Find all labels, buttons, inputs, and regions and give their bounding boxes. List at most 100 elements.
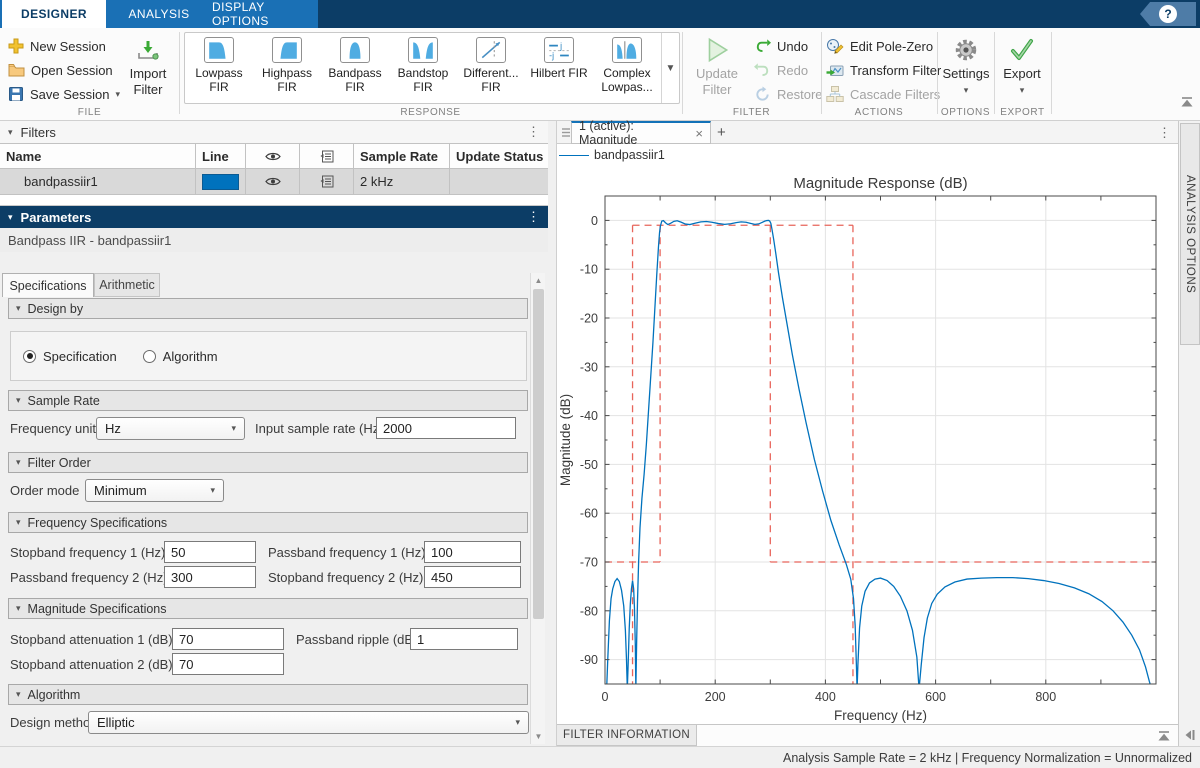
filter-table-row[interactable]: bandpassiir1 2 kHz (0, 169, 548, 195)
close-icon[interactable]: × (695, 126, 703, 141)
passband-freq1-field[interactable] (424, 541, 521, 563)
cascade-filters-button[interactable]: Cascade Filters (826, 84, 940, 104)
transform-filter-button[interactable]: Transform Filter (826, 60, 941, 80)
stopband-freq1-field[interactable] (164, 541, 256, 563)
input-sample-rate-field[interactable] (376, 417, 516, 439)
table-empty-area (0, 195, 548, 206)
filter-information-bar: FILTER INFORMATION (557, 724, 1179, 746)
frequency-specs-header[interactable]: ▾ Frequency Specifications (8, 512, 528, 533)
order-mode-label: Order mode (10, 479, 79, 501)
plot-menu-icon[interactable]: ⋮ (1158, 125, 1171, 141)
update-filter-icon (702, 35, 732, 65)
save-session-label: Save Session (30, 87, 110, 102)
parameters-menu-icon[interactable]: ⋮ (527, 209, 540, 225)
plot-tab-magnitude[interactable]: 1 (active): Magnitude × (571, 121, 711, 144)
restore-label: Restore (777, 87, 823, 102)
analysis-options-tab[interactable]: ANALYSIS OPTIONS (1180, 123, 1200, 345)
help-button[interactable]: ? (1140, 2, 1196, 26)
settings-caret: ▾ (964, 82, 969, 98)
response-gallery-expand[interactable]: ▼ (661, 33, 679, 103)
svg-text:-60: -60 (580, 507, 598, 521)
design-by-header[interactable]: ▾ Design by (8, 298, 528, 319)
stopband-atten1-field[interactable] (172, 628, 284, 650)
filter-information-tab[interactable]: FILTER INFORMATION (557, 725, 697, 746)
undo-button[interactable]: Undo (754, 36, 808, 56)
tab-designer[interactable]: DESIGNER (2, 0, 106, 28)
ribbon-tab-strip: DESIGNER ANALYSIS DISPLAY OPTIONS ? (0, 0, 1200, 28)
add-plot-tab-button[interactable]: + (717, 124, 726, 141)
open-session-button[interactable]: Open Session (8, 60, 113, 80)
radio-specification[interactable]: Specification (23, 349, 117, 364)
algorithm-header[interactable]: ▾ Algorithm (8, 684, 528, 705)
svg-text:j: j (559, 41, 562, 51)
design-method-label: Design method (10, 711, 97, 733)
expand-filter-info-icon[interactable] (1157, 730, 1171, 742)
magnitude-specs-title: Magnitude Specifications (28, 602, 167, 616)
lowpass-fir-button[interactable]: Lowpass FIR (185, 33, 253, 103)
col-visible[interactable] (246, 144, 300, 168)
bandstop-fir-button[interactable]: Bandstop FIR (389, 33, 457, 103)
filter-line-cell[interactable] (196, 169, 246, 194)
tab-specifications[interactable]: Specifications (2, 273, 94, 297)
filter-order-header[interactable]: ▾ Filter Order (8, 452, 528, 473)
complex-lowpass-button[interactable]: Complex Lowpas... (593, 33, 661, 103)
edit-pole-zero-icon (826, 37, 844, 55)
sample-rate-title: Sample Rate (28, 394, 100, 408)
scroll-down-arrow[interactable]: ▼ (531, 729, 546, 744)
parameters-panel-header[interactable]: ▾ Parameters ⋮ (0, 206, 548, 228)
differentiator-fir-button[interactable]: Different... FIR (457, 33, 525, 103)
col-name[interactable]: Name (0, 144, 196, 168)
tab-arithmetic[interactable]: Arithmetic (94, 273, 160, 297)
sample-rate-header[interactable]: ▾ Sample Rate (8, 390, 528, 411)
settings-button[interactable]: Settings ▾ (941, 34, 991, 98)
resp-label: Hilbert FIR (530, 66, 587, 80)
input-sample-rate-label: Input sample rate (Hz) (255, 417, 384, 439)
tab-display-options[interactable]: DISPLAY OPTIONS (212, 0, 318, 28)
redo-button[interactable]: Redo (754, 60, 808, 80)
filters-panel-header[interactable]: ▾ Filters ⋮ (0, 121, 548, 143)
resp-label: Bandstop (398, 66, 449, 80)
scroll-up-arrow[interactable]: ▲ (531, 273, 546, 288)
filter-info-cell[interactable] (300, 169, 354, 194)
filters-menu-icon[interactable]: ⋮ (527, 124, 540, 140)
order-mode-dropdown[interactable]: Minimum ▾ (85, 479, 224, 502)
edit-pole-zero-button[interactable]: Edit Pole-Zero (826, 36, 933, 56)
scrollbar-thumb[interactable] (533, 289, 544, 619)
tab-analysis[interactable]: ANALYSIS (106, 0, 212, 28)
magnitude-specs-header[interactable]: ▾ Magnitude Specifications (8, 598, 528, 619)
col-update-status[interactable]: Update Status (450, 144, 548, 168)
save-session-button[interactable]: Save Session ▾ (8, 84, 120, 104)
radio-algorithm[interactable]: Algorithm (143, 349, 218, 364)
update-filter-button[interactable]: Update Filter (688, 34, 746, 98)
legend-line-sample (559, 155, 589, 156)
import-filter-icon (136, 38, 160, 62)
status-text: Analysis Sample Rate = 2 kHz | Frequency… (783, 751, 1192, 765)
highpass-fir-button[interactable]: Highpass FIR (253, 33, 321, 103)
frequency-units-dropdown[interactable]: Hz ▾ (96, 417, 245, 440)
passband-freq2-field[interactable] (164, 566, 256, 588)
export-button[interactable]: Export ▾ (998, 34, 1046, 98)
passband-ripple-field[interactable] (410, 628, 518, 650)
svg-text:-50: -50 (580, 458, 598, 472)
design-method-dropdown[interactable]: Elliptic ▾ (88, 711, 529, 734)
resp-label: FIR (413, 80, 432, 94)
col-info[interactable] (300, 144, 354, 168)
filter-visible-cell[interactable] (246, 169, 300, 194)
filter-section-label: FILTER (682, 107, 821, 118)
parameters-scrollbar[interactable]: ▲ ▼ (530, 273, 545, 744)
stopband-freq2-field[interactable] (424, 566, 521, 588)
col-sample-rate[interactable]: Sample Rate (354, 144, 450, 168)
panel-grip-icon[interactable] (561, 127, 571, 138)
collapse-ribbon-icon[interactable] (1180, 96, 1194, 108)
import-filter-button[interactable]: Import Filter (120, 34, 176, 98)
dock-left-icon[interactable] (1184, 729, 1196, 741)
ribbon: New Session Open Session Save Session ▾ … (0, 28, 1200, 121)
restore-button[interactable]: Restore (754, 84, 823, 104)
bandpass-fir-button[interactable]: Bandpass FIR (321, 33, 389, 103)
new-session-button[interactable]: New Session (8, 36, 106, 56)
resp-label: Bandpass (328, 66, 381, 80)
svg-text:-70: -70 (580, 556, 598, 570)
hilbert-fir-button[interactable]: j-j Hilbert FIR (525, 33, 593, 103)
stopband-atten2-field[interactable] (172, 653, 284, 675)
col-line[interactable]: Line (196, 144, 246, 168)
